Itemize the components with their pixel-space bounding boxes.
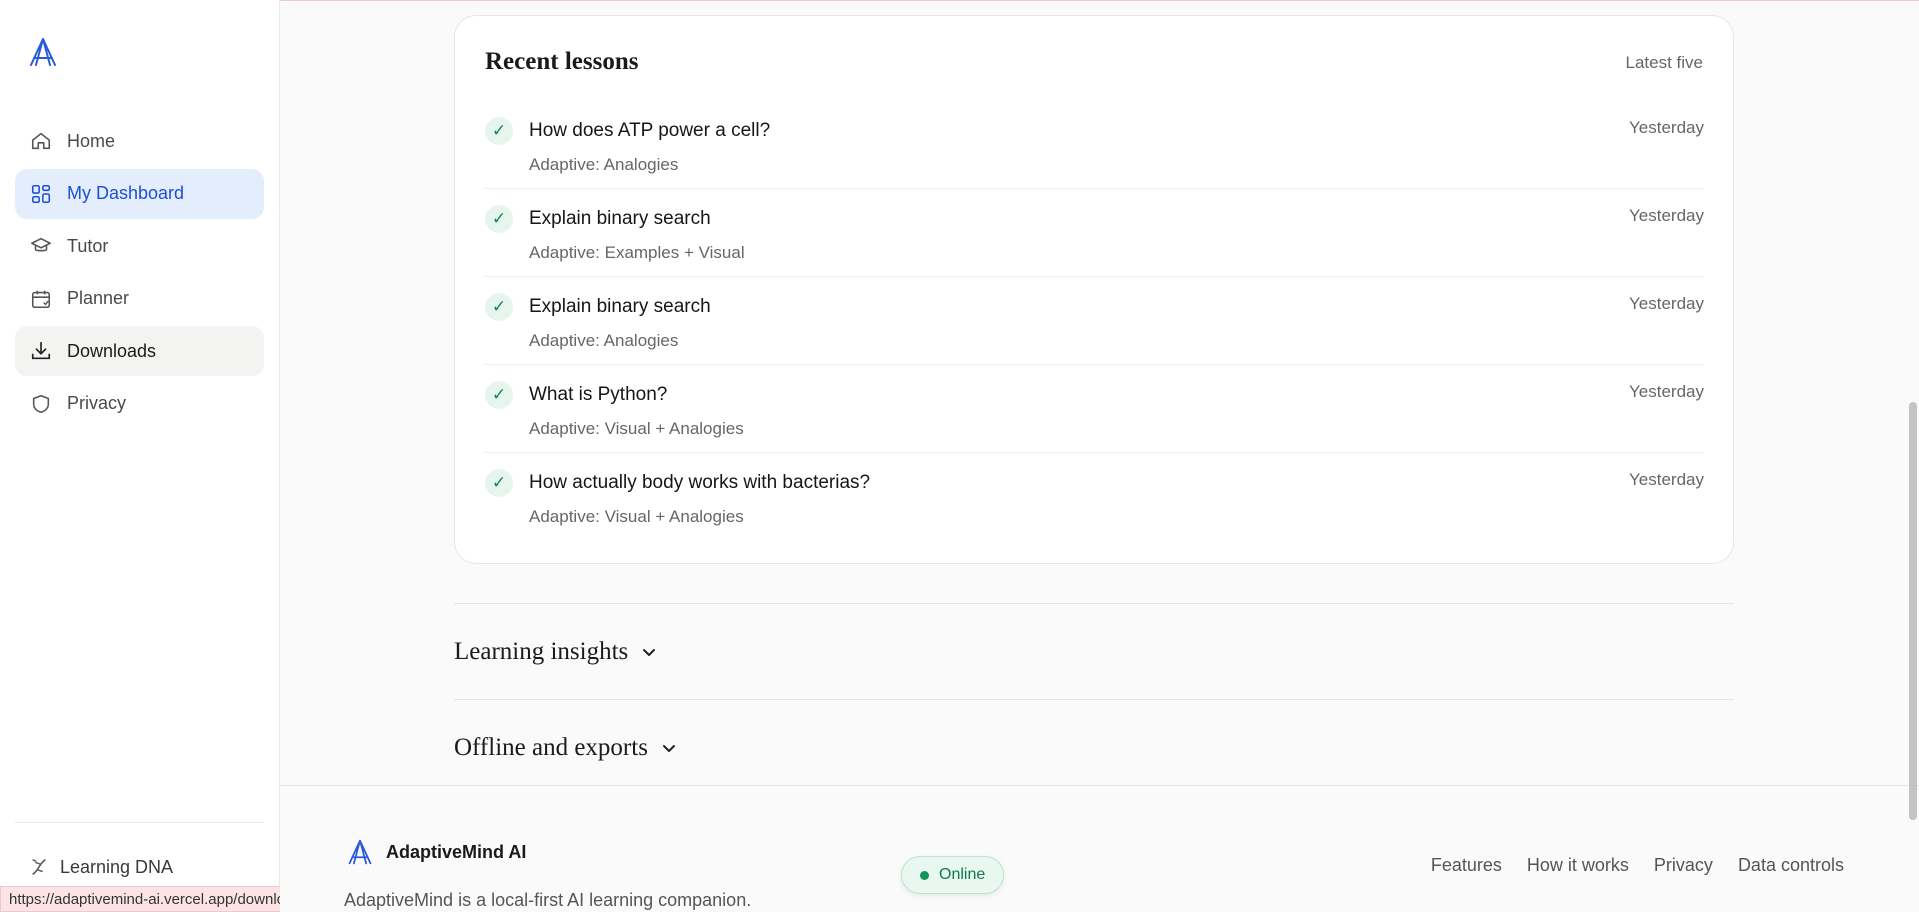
offline-exports-label: Offline and exports [454, 733, 648, 761]
lesson-time: Yesterday [1629, 206, 1704, 225]
sidebar-item-label: Privacy [67, 393, 127, 413]
chevron-down-icon [640, 643, 658, 661]
lesson-item[interactable]: ✓ What is Python? Adaptive: Visual + Ana… [485, 365, 1704, 453]
footer-tagline: AdaptiveMind is a local-first AI learnin… [344, 890, 752, 910]
offline-exports-toggle[interactable]: Offline and exports [454, 699, 1734, 795]
lesson-item[interactable]: ✓ Explain binary search Adaptive: Analog… [485, 277, 1704, 365]
lesson-title: Explain binary search [529, 296, 711, 317]
recent-lessons-card: Recent lessons Latest five ✓ How does AT… [454, 15, 1734, 564]
lesson-title: Explain binary search [529, 208, 711, 229]
lesson-mode: Adaptive: Examples + Visual [529, 243, 745, 262]
footer-brand[interactable]: AdaptiveMind AI [346, 838, 526, 866]
lesson-item[interactable]: ✓ How actually body works with bacterias… [485, 453, 1704, 541]
learning-dna-label: Learning DNA [60, 856, 174, 877]
sidebar-item-label: Home [67, 130, 116, 151]
lesson-mode: Adaptive: Visual + Analogies [529, 419, 744, 438]
brand-name: AdaptiveMind AI [386, 841, 527, 862]
lesson-mode: Adaptive: Visual + Analogies [529, 507, 744, 526]
dna-icon [28, 856, 50, 878]
graduation-cap-icon [30, 235, 52, 257]
sidebar: Home My Dashboard Tutor Planner Download… [0, 0, 280, 912]
sidebar-item-downloads[interactable]: Downloads [15, 326, 264, 376]
footer-link-how-it-works[interactable]: How it works [1527, 855, 1629, 876]
scrollbar-thumb[interactable] [1909, 402, 1917, 820]
footer-links: Features How it works Privacy Data contr… [1431, 855, 1844, 876]
sidebar-item-label: Tutor [67, 235, 109, 256]
learning-dna-link[interactable]: Learning DNA [28, 856, 173, 878]
sidebar-item-privacy[interactable]: Privacy [15, 379, 264, 429]
shield-icon [30, 393, 52, 415]
check-icon: ✓ [485, 469, 513, 497]
lesson-time: Yesterday [1629, 294, 1704, 313]
logo-icon [348, 839, 372, 865]
status-dot-icon [920, 870, 929, 880]
lesson-title: What is Python? [529, 384, 668, 405]
sidebar-nav: Home My Dashboard Tutor Planner Download… [15, 116, 264, 431]
check-icon: ✓ [485, 205, 513, 233]
lesson-mode: Adaptive: Analogies [529, 155, 679, 174]
lesson-list: ✓ How does ATP power a cell? Adaptive: A… [485, 101, 1704, 541]
calendar-icon [30, 288, 52, 310]
sidebar-item-planner[interactable]: Planner [15, 274, 264, 324]
lesson-title: How actually body works with bacterias? [529, 472, 871, 493]
online-status-badge: Online [901, 856, 1005, 894]
footer-link-features[interactable]: Features [1431, 855, 1502, 876]
lesson-item[interactable]: ✓ Explain binary search Adaptive: Exampl… [485, 189, 1704, 277]
lesson-time: Yesterday [1629, 382, 1704, 401]
chevron-down-icon [660, 739, 678, 757]
lesson-mode: Adaptive: Analogies [529, 331, 679, 350]
sidebar-item-label: Planner [67, 288, 130, 308]
lesson-time: Yesterday [1629, 470, 1704, 489]
online-label: Online [939, 866, 986, 883]
download-icon [30, 340, 52, 362]
lesson-title: How does ATP power a cell? [529, 120, 771, 141]
recent-lessons-note: Latest five [1625, 53, 1704, 72]
sidebar-item-dashboard[interactable]: My Dashboard [15, 168, 264, 219]
top-accent-line [0, 0, 1919, 1]
footer-link-privacy[interactable]: Privacy [1654, 855, 1713, 876]
home-icon [30, 130, 52, 152]
sidebar-divider [15, 822, 264, 823]
dashboard-icon [30, 183, 52, 205]
sidebar-item-tutor[interactable]: Tutor [15, 221, 264, 271]
footer-link-data-controls[interactable]: Data controls [1738, 855, 1844, 876]
status-bar-url: https://adaptivemind-ai.vercel.app/downl… [0, 886, 319, 912]
check-icon: ✓ [485, 293, 513, 321]
learning-insights-toggle[interactable]: Learning insights [454, 603, 1734, 699]
recent-lessons-title: Recent lessons [485, 48, 639, 75]
check-icon: ✓ [485, 117, 513, 145]
check-icon: ✓ [485, 381, 513, 409]
lesson-item[interactable]: ✓ How does ATP power a cell? Adaptive: A… [485, 101, 1704, 189]
sidebar-item-home[interactable]: Home [15, 116, 264, 166]
sidebar-item-label: My Dashboard [67, 183, 185, 203]
logo-icon[interactable] [27, 36, 59, 68]
learning-insights-label: Learning insights [454, 637, 629, 665]
lesson-time: Yesterday [1629, 118, 1704, 137]
sidebar-item-label: Downloads [67, 340, 157, 361]
